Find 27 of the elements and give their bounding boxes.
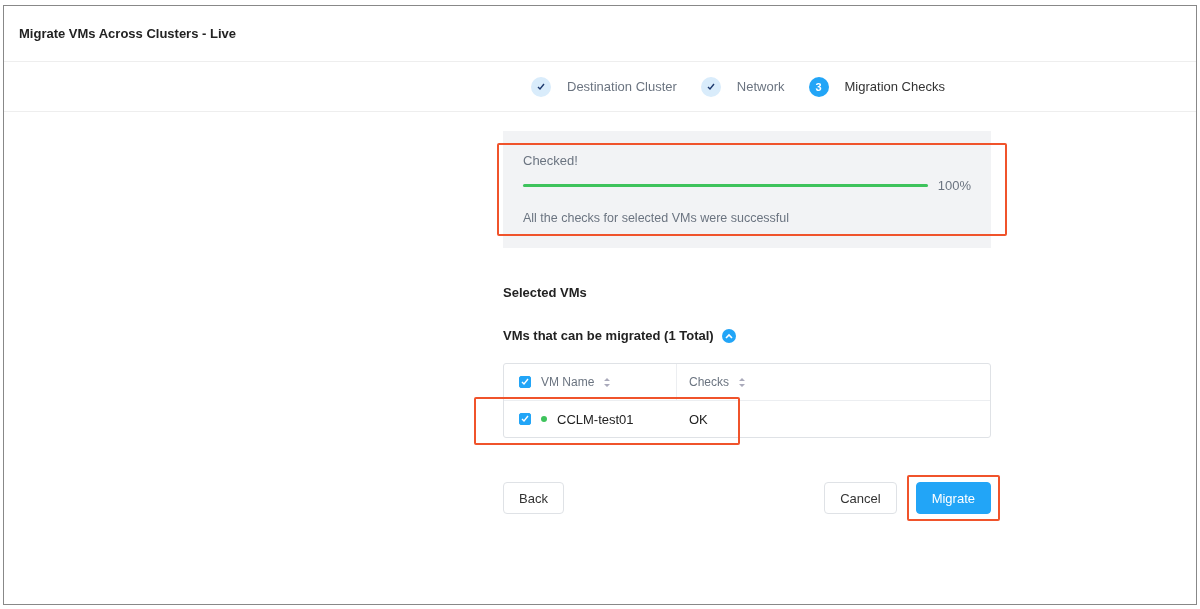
column-header[interactable]: Checks [689,375,729,389]
row-checkbox[interactable] [519,413,531,425]
check-icon [521,415,529,423]
step-label[interactable]: Migration Checks [844,79,945,94]
sort-icon[interactable] [604,377,611,387]
column-header[interactable]: VM Name [541,375,595,389]
step-label[interactable]: Destination Cluster [567,79,677,94]
check-icon [706,82,715,91]
select-all-checkbox[interactable] [519,376,531,388]
step-label[interactable]: Network [736,79,785,94]
vm-name: CCLM-test01 [557,411,634,427]
collapse-button[interactable] [721,328,736,343]
section-heading: Selected VMs [503,285,587,300]
check-result: OK [689,411,708,427]
group-heading: VMs that can be migrated (1 Total) [503,328,714,343]
check-icon [537,82,545,91]
action-button[interactable]: Migrate [915,482,991,514]
check-icon [521,378,529,386]
status-text: Checked! [523,153,579,168]
progress-reading: 100% [937,178,971,193]
result-message: All the checks for selected VMs were successful [523,211,791,225]
sort-icon[interactable] [739,377,745,387]
action-button[interactable]: Cancel [824,482,897,514]
window-title: Migrate VMs Across Clusters - Live [19,26,236,41]
action-button[interactable]: Back [503,482,564,514]
step-number: 3 [808,76,829,97]
chevron-up-icon [724,332,733,339]
